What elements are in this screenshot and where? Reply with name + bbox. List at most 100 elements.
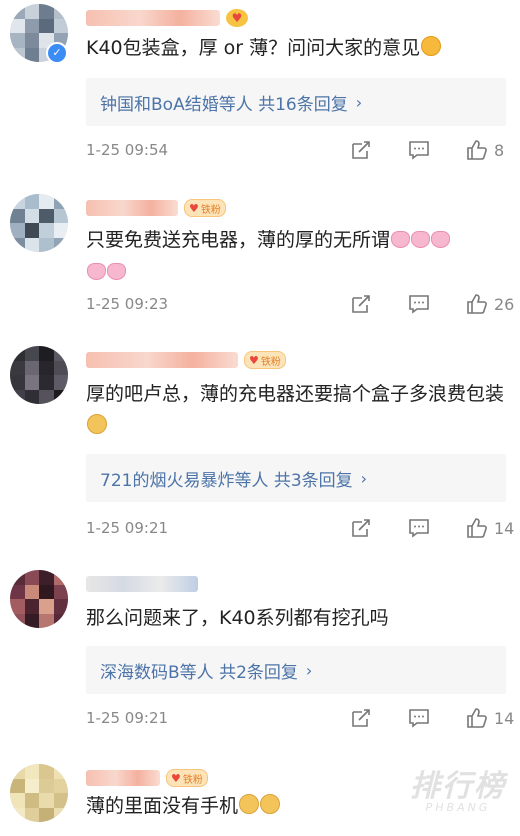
- avatar-pixel: [10, 223, 25, 238]
- comment-meta: 1-25 09:21 14: [86, 706, 516, 730]
- avatar-pixel: [39, 4, 54, 19]
- avatar-pixel: [24, 360, 39, 375]
- crown-badge-icon: ♥: [226, 9, 248, 27]
- avatar-pixel: [39, 613, 54, 628]
- username-row[interactable]: ♥ 铁粉: [86, 766, 208, 790]
- avatar-pixel: [24, 375, 39, 390]
- fan-badge: ♥ 铁粉: [184, 199, 226, 217]
- avatar-pixel: [10, 208, 25, 223]
- comment-icon[interactable]: [408, 293, 430, 315]
- avatar-pixel: [24, 599, 39, 614]
- avatar-pixel: [10, 599, 25, 614]
- avatar-pixel: [24, 208, 39, 223]
- avatar-pixel: [24, 4, 39, 19]
- avatar-pixel: [39, 599, 54, 614]
- reply-summary-link[interactable]: 钟国和BoA结婚等人 共16条回复 ›: [86, 78, 506, 126]
- avatar-pixel: [10, 47, 25, 62]
- timestamp: 1-25 09:21: [86, 709, 169, 727]
- avatar-pixel: [24, 346, 39, 361]
- comment-icon[interactable]: [408, 707, 430, 729]
- avatar-pixel: [24, 389, 39, 404]
- comment-icon[interactable]: [408, 517, 430, 539]
- username-blurred: [86, 352, 238, 368]
- timestamp: 1-25 09:54: [86, 141, 169, 159]
- share-icon[interactable]: [350, 139, 372, 161]
- avatar-pixel: [39, 194, 54, 209]
- username-blurred: [86, 576, 198, 592]
- avatar-pixel: [10, 237, 25, 252]
- avatar-pixel: [39, 584, 54, 599]
- avatar-pixel: [10, 584, 25, 599]
- avatar-pixel: [39, 570, 54, 585]
- doge-emoji-icon: [239, 794, 260, 814]
- share-icon[interactable]: [350, 293, 372, 315]
- avatar-pixel: [53, 389, 68, 404]
- avatar-pixel: [10, 375, 25, 390]
- avatar-pixel: [24, 18, 39, 33]
- reply-summary-link[interactable]: 深海数码B等人 共2条回复 ›: [86, 646, 506, 694]
- like-thumb-icon[interactable]: [466, 707, 488, 729]
- reply-summary-link[interactable]: 721的烟火易暴炸等人 共3条回复 ›: [86, 454, 506, 502]
- avatar-pixel: [53, 208, 68, 223]
- avatar-pixel: [53, 599, 68, 614]
- verified-icon: ✓: [46, 42, 68, 64]
- avatar-pixel: [24, 778, 39, 793]
- avatar-pixel: [24, 764, 39, 779]
- comment-text: K40包装盒，厚 or 薄？问问大家的意见: [86, 32, 506, 64]
- avatar-pixel: [10, 360, 25, 375]
- pig-emoji-icon: [391, 231, 411, 248]
- username-blurred: [86, 10, 220, 26]
- avatar-pixel: [53, 764, 68, 779]
- avatar[interactable]: [10, 764, 68, 822]
- avatar[interactable]: [10, 194, 68, 252]
- avatar-pixel: [39, 237, 54, 252]
- avatar[interactable]: [10, 570, 68, 628]
- fan-badge: ♥ 铁粉: [244, 351, 286, 369]
- like-thumb-icon[interactable]: [466, 293, 488, 315]
- avatar-pixel: [53, 4, 68, 19]
- avatar-pixel: [24, 223, 39, 238]
- like-thumb-icon[interactable]: [466, 517, 488, 539]
- avatar-pixel: [24, 613, 39, 628]
- username-row[interactable]: ♥: [86, 6, 248, 30]
- avatar-pixel: [53, 194, 68, 209]
- username-blurred: [86, 770, 160, 786]
- avatar-pixel: [24, 584, 39, 599]
- avatar[interactable]: [10, 346, 68, 404]
- like-count: 14: [494, 708, 515, 728]
- comment-icon[interactable]: [408, 139, 430, 161]
- like-count: 14: [494, 518, 515, 538]
- avatar-pixel: [39, 764, 54, 779]
- avatar-pixel: [53, 360, 68, 375]
- share-icon[interactable]: [350, 707, 372, 729]
- like-count: 26: [494, 294, 515, 314]
- avatar-pixel: [53, 807, 68, 822]
- avatar-pixel: [53, 613, 68, 628]
- like-thumb-icon[interactable]: [466, 139, 488, 161]
- avatar-pixel: [24, 47, 39, 62]
- avatar-pixel: [39, 389, 54, 404]
- avatar-pixel: [10, 807, 25, 822]
- avatar-pixel: [24, 570, 39, 585]
- avatar-pixel: [10, 778, 25, 793]
- avatar-pixel: [10, 570, 25, 585]
- shocked-face-emoji-icon: [421, 36, 442, 56]
- username-row[interactable]: [86, 572, 198, 596]
- avatar-pixel: [53, 237, 68, 252]
- share-icon[interactable]: [350, 517, 372, 539]
- avatar-pixel: [24, 194, 39, 209]
- avatar-pixel: [39, 793, 54, 808]
- username-row[interactable]: ♥ 铁粉: [86, 348, 286, 372]
- username-row[interactable]: ♥ 铁粉: [86, 196, 226, 220]
- avatar-pixel: [39, 375, 54, 390]
- comment-text: 只要免费送充电器，薄的厚的无所谓: [86, 224, 506, 288]
- doge-emoji-icon: [260, 794, 281, 814]
- avatar-pixel: [39, 208, 54, 223]
- avatar-pixel: [53, 778, 68, 793]
- comment-text: 那么问题来了，K40系列都有挖孔吗: [86, 607, 389, 629]
- avatar-pixel: [10, 389, 25, 404]
- username-blurred: [86, 200, 178, 216]
- avatar-pixel: [53, 584, 68, 599]
- avatar-pixel: [10, 4, 25, 19]
- timestamp: 1-25 09:23: [86, 295, 169, 313]
